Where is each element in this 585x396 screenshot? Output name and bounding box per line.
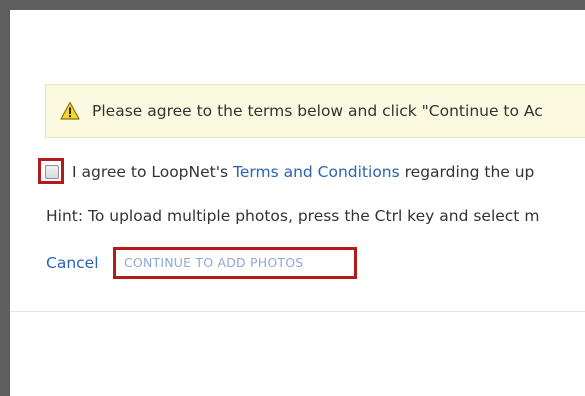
agree-terms-label: I agree to LoopNet's Terms and Condition… <box>72 163 534 181</box>
cancel-link[interactable]: Cancel <box>46 254 99 272</box>
agree-text-before: I agree to LoopNet's <box>72 163 233 181</box>
continue-button-label: CONTINUE TO ADD PHOTOS <box>124 255 304 270</box>
notice-text: Please agree to the terms below and clic… <box>92 102 543 120</box>
upload-hint: Hint: To upload multiple photos, press t… <box>46 207 540 225</box>
continue-to-add-photos-button[interactable]: CONTINUE TO ADD PHOTOS <box>113 247 357 279</box>
upload-photos-dialog: Please agree to the terms below and clic… <box>10 10 585 396</box>
checkbox-box <box>45 165 59 179</box>
terms-and-conditions-link[interactable]: Terms and Conditions <box>233 163 400 181</box>
agree-terms-checkbox[interactable] <box>38 158 64 184</box>
warning-icon <box>60 101 80 120</box>
terms-notice: Please agree to the terms below and clic… <box>45 84 585 138</box>
agree-text-after: regarding the up <box>399 163 535 181</box>
dialog-divider <box>10 311 585 312</box>
